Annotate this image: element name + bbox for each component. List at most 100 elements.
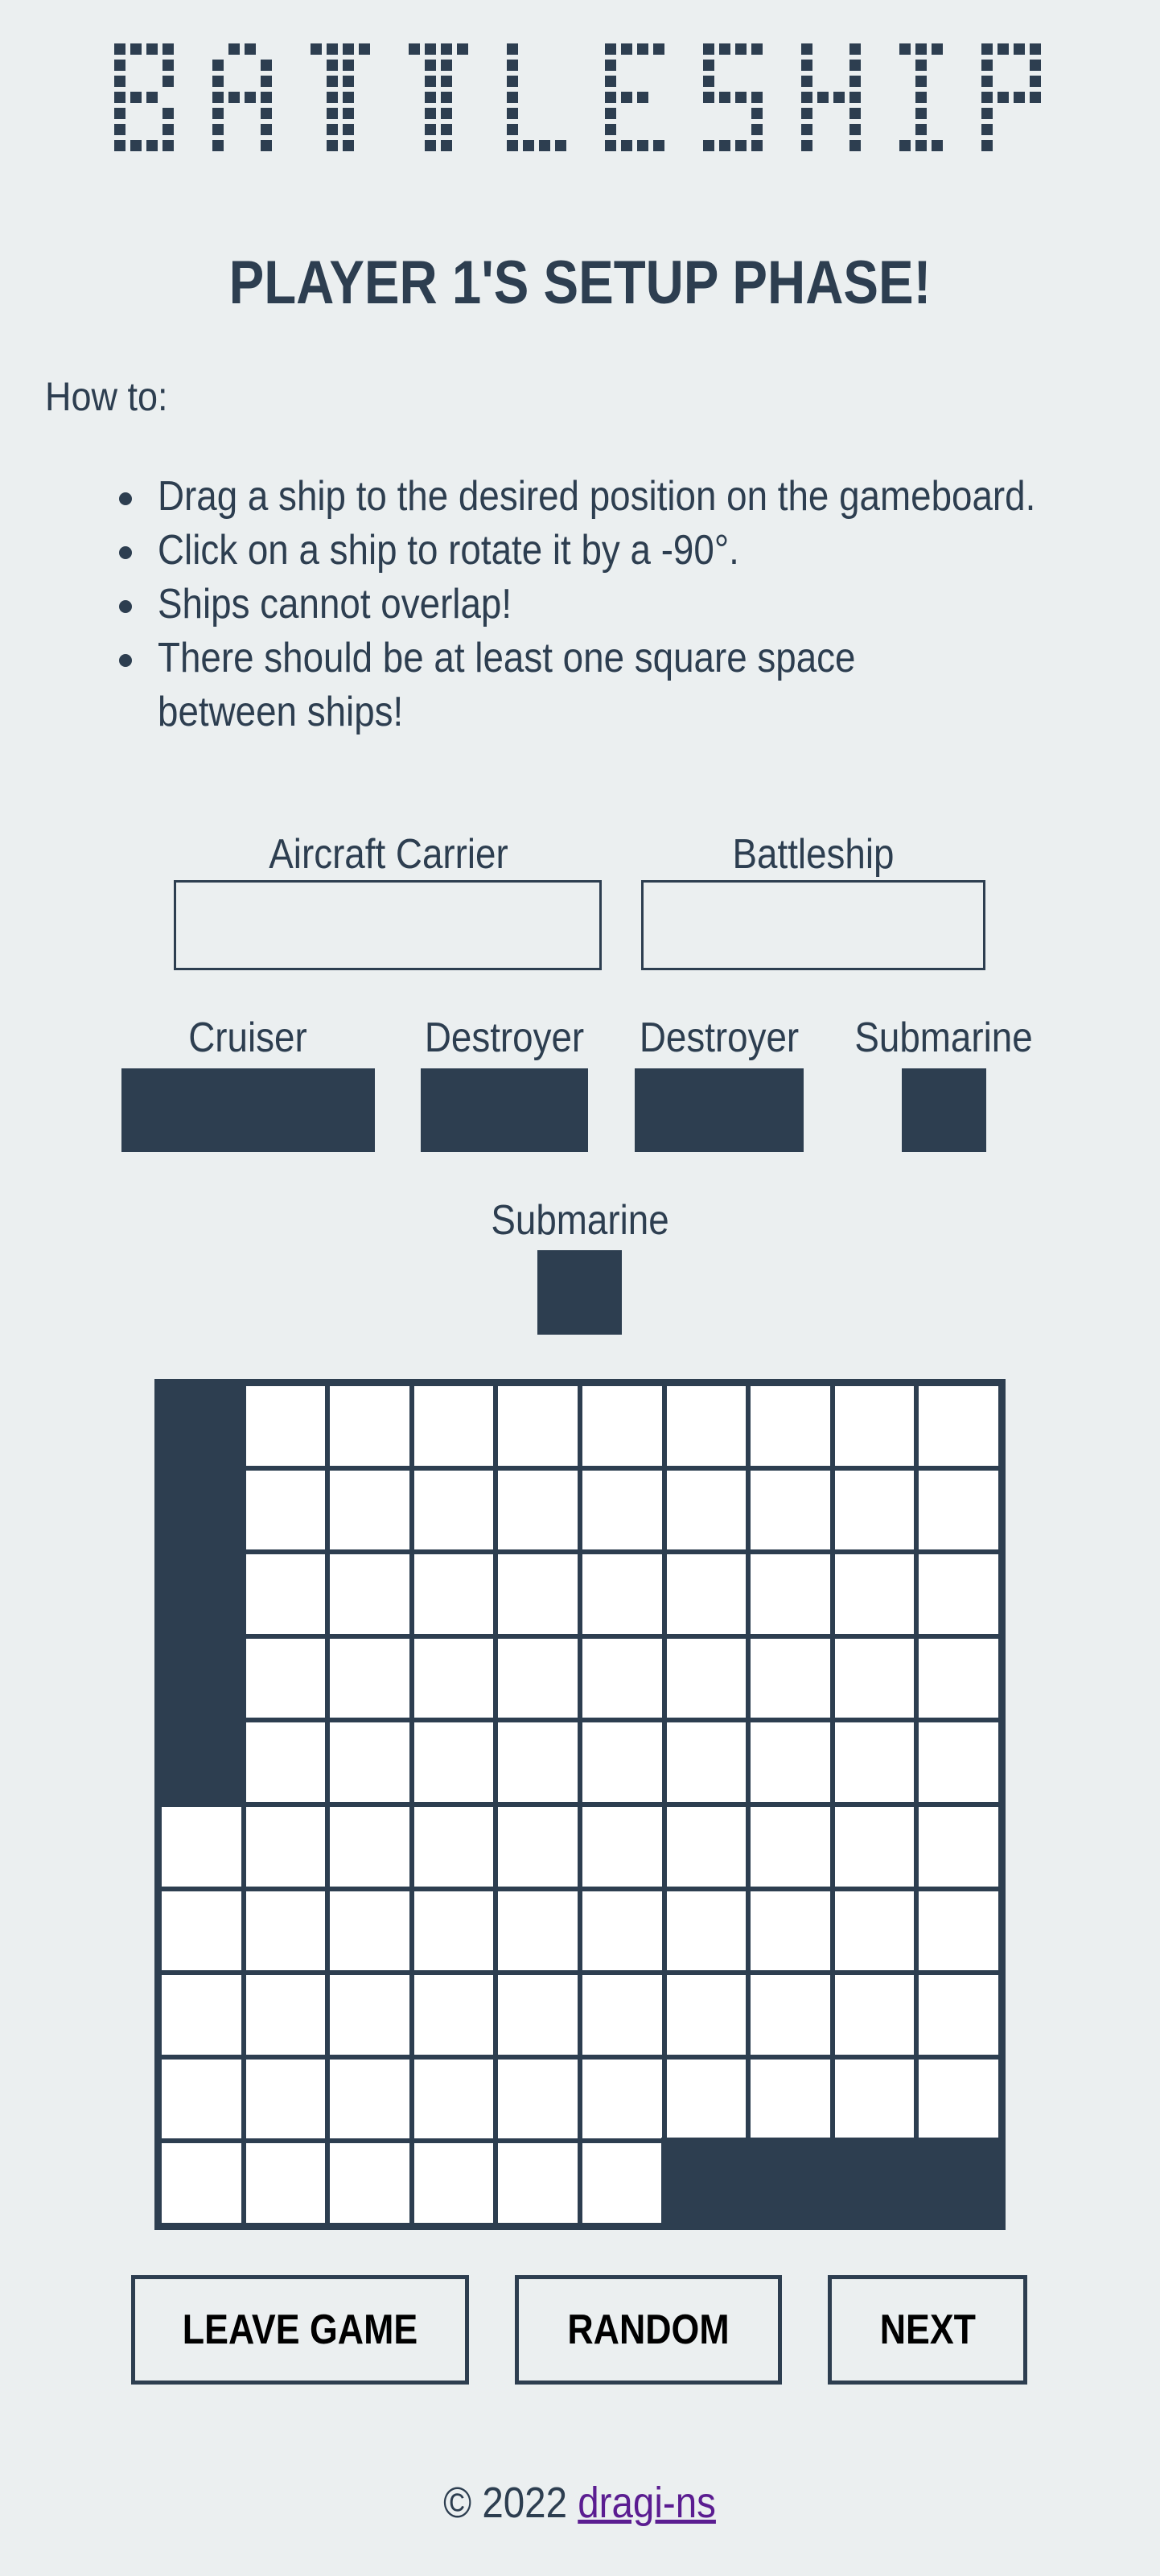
board-cell[interactable]: [327, 1636, 412, 1721]
board-cell[interactable]: [496, 1973, 580, 2057]
board-cell[interactable]: [411, 1636, 496, 1721]
board-cell[interactable]: [243, 1384, 328, 1468]
placed-ship[interactable]: [156, 1381, 245, 1806]
board-cell[interactable]: [411, 1720, 496, 1804]
board-cell[interactable]: [916, 2056, 1001, 2142]
battleship-slot[interactable]: [641, 880, 985, 970]
submarine-ship[interactable]: [537, 1250, 622, 1335]
board-cell[interactable]: [411, 1888, 496, 1973]
board-cell[interactable]: [243, 2141, 328, 2225]
board-cell[interactable]: [664, 1888, 749, 1973]
placed-ship[interactable]: [660, 2138, 1002, 2228]
board-cell[interactable]: [832, 1720, 917, 1804]
board-cell[interactable]: [664, 1804, 749, 1889]
board-cell[interactable]: [159, 2056, 244, 2142]
board-cell[interactable]: [916, 1720, 1001, 1804]
board-cell[interactable]: [327, 1384, 412, 1468]
gameboard[interactable]: [154, 1379, 1006, 2230]
aircraft-carrier-slot[interactable]: [174, 880, 602, 970]
board-cell[interactable]: [327, 1467, 412, 1553]
board-cell[interactable]: [748, 2056, 833, 2142]
board-cell[interactable]: [748, 1467, 833, 1553]
board-cell[interactable]: [748, 1636, 833, 1721]
board-cell[interactable]: [579, 1636, 664, 1721]
board-cell[interactable]: [916, 1888, 1001, 1973]
board-cell[interactable]: [327, 2141, 412, 2225]
board-cell[interactable]: [327, 1552, 412, 1636]
board-cell[interactable]: [832, 1636, 917, 1721]
board-cell[interactable]: [327, 1720, 412, 1804]
random-button[interactable]: RANDOM: [515, 2275, 782, 2385]
board-cell[interactable]: [411, 1467, 496, 1553]
board-cell[interactable]: [243, 1804, 328, 1889]
board-cell[interactable]: [496, 1720, 580, 1804]
board-cell[interactable]: [579, 1973, 664, 2057]
board-cell[interactable]: [327, 1804, 412, 1889]
board-cell[interactable]: [496, 1384, 580, 1468]
board-cell[interactable]: [496, 1804, 580, 1889]
board-cell[interactable]: [159, 2141, 244, 2225]
board-cell[interactable]: [664, 1636, 749, 1721]
board-cell[interactable]: [411, 1384, 496, 1468]
cruiser-ship[interactable]: [121, 1068, 375, 1152]
board-cell[interactable]: [916, 1636, 1001, 1721]
board-cell[interactable]: [748, 1720, 833, 1804]
board-cell[interactable]: [579, 2141, 664, 2225]
board-cell[interactable]: [496, 1888, 580, 1973]
board-cell[interactable]: [664, 1720, 749, 1804]
board-cell[interactable]: [916, 1973, 1001, 2057]
board-cell[interactable]: [664, 1552, 749, 1636]
board-cell[interactable]: [496, 1636, 580, 1721]
next-button[interactable]: NEXT: [828, 2275, 1027, 2385]
board-cell[interactable]: [327, 1973, 412, 2057]
board-cell[interactable]: [748, 1888, 833, 1973]
board-cell[interactable]: [748, 1384, 833, 1468]
board-cell[interactable]: [411, 1804, 496, 1889]
board-cell[interactable]: [832, 1888, 917, 1973]
board-cell[interactable]: [411, 1973, 496, 2057]
board-cell[interactable]: [243, 1973, 328, 2057]
board-cell[interactable]: [411, 2056, 496, 2142]
board-cell[interactable]: [916, 1804, 1001, 1889]
board-cell[interactable]: [579, 1720, 664, 1804]
board-cell[interactable]: [832, 1804, 917, 1889]
board-cell[interactable]: [664, 2056, 749, 2142]
board-cell[interactable]: [748, 1552, 833, 1636]
board-cell[interactable]: [664, 1467, 749, 1553]
board-cell[interactable]: [579, 1384, 664, 1468]
board-cell[interactable]: [243, 1636, 328, 1721]
board-cell[interactable]: [832, 1552, 917, 1636]
board-cell[interactable]: [496, 2056, 580, 2142]
board-cell[interactable]: [159, 1804, 244, 1889]
board-cell[interactable]: [832, 1467, 917, 1553]
board-cell[interactable]: [411, 2141, 496, 2225]
board-cell[interactable]: [243, 1888, 328, 1973]
leave-game-button[interactable]: LEAVE GAME: [131, 2275, 469, 2385]
board-cell[interactable]: [664, 1384, 749, 1468]
board-cell[interactable]: [496, 1467, 580, 1553]
board-cell[interactable]: [411, 1552, 496, 1636]
board-cell[interactable]: [664, 1973, 749, 2057]
board-cell[interactable]: [159, 1888, 244, 1973]
board-cell[interactable]: [579, 1804, 664, 1889]
author-link[interactable]: dragi-ns: [578, 2479, 717, 2527]
board-cell[interactable]: [832, 1973, 917, 2057]
board-cell[interactable]: [496, 1552, 580, 1636]
board-cell[interactable]: [748, 1973, 833, 2057]
board-cell[interactable]: [243, 1467, 328, 1553]
board-cell[interactable]: [579, 1467, 664, 1553]
board-cell[interactable]: [496, 2141, 580, 2225]
board-cell[interactable]: [832, 1384, 917, 1468]
destroyer-ship[interactable]: [635, 1068, 804, 1152]
board-cell[interactable]: [916, 1384, 1001, 1468]
board-cell[interactable]: [832, 2056, 917, 2142]
board-cell[interactable]: [916, 1467, 1001, 1553]
board-cell[interactable]: [159, 1973, 244, 2057]
board-cell[interactable]: [579, 1552, 664, 1636]
submarine-ship[interactable]: [902, 1068, 986, 1152]
board-cell[interactable]: [243, 2056, 328, 2142]
board-cell[interactable]: [327, 1888, 412, 1973]
board-cell[interactable]: [327, 2056, 412, 2142]
board-cell[interactable]: [243, 1720, 328, 1804]
board-cell[interactable]: [579, 1888, 664, 1973]
